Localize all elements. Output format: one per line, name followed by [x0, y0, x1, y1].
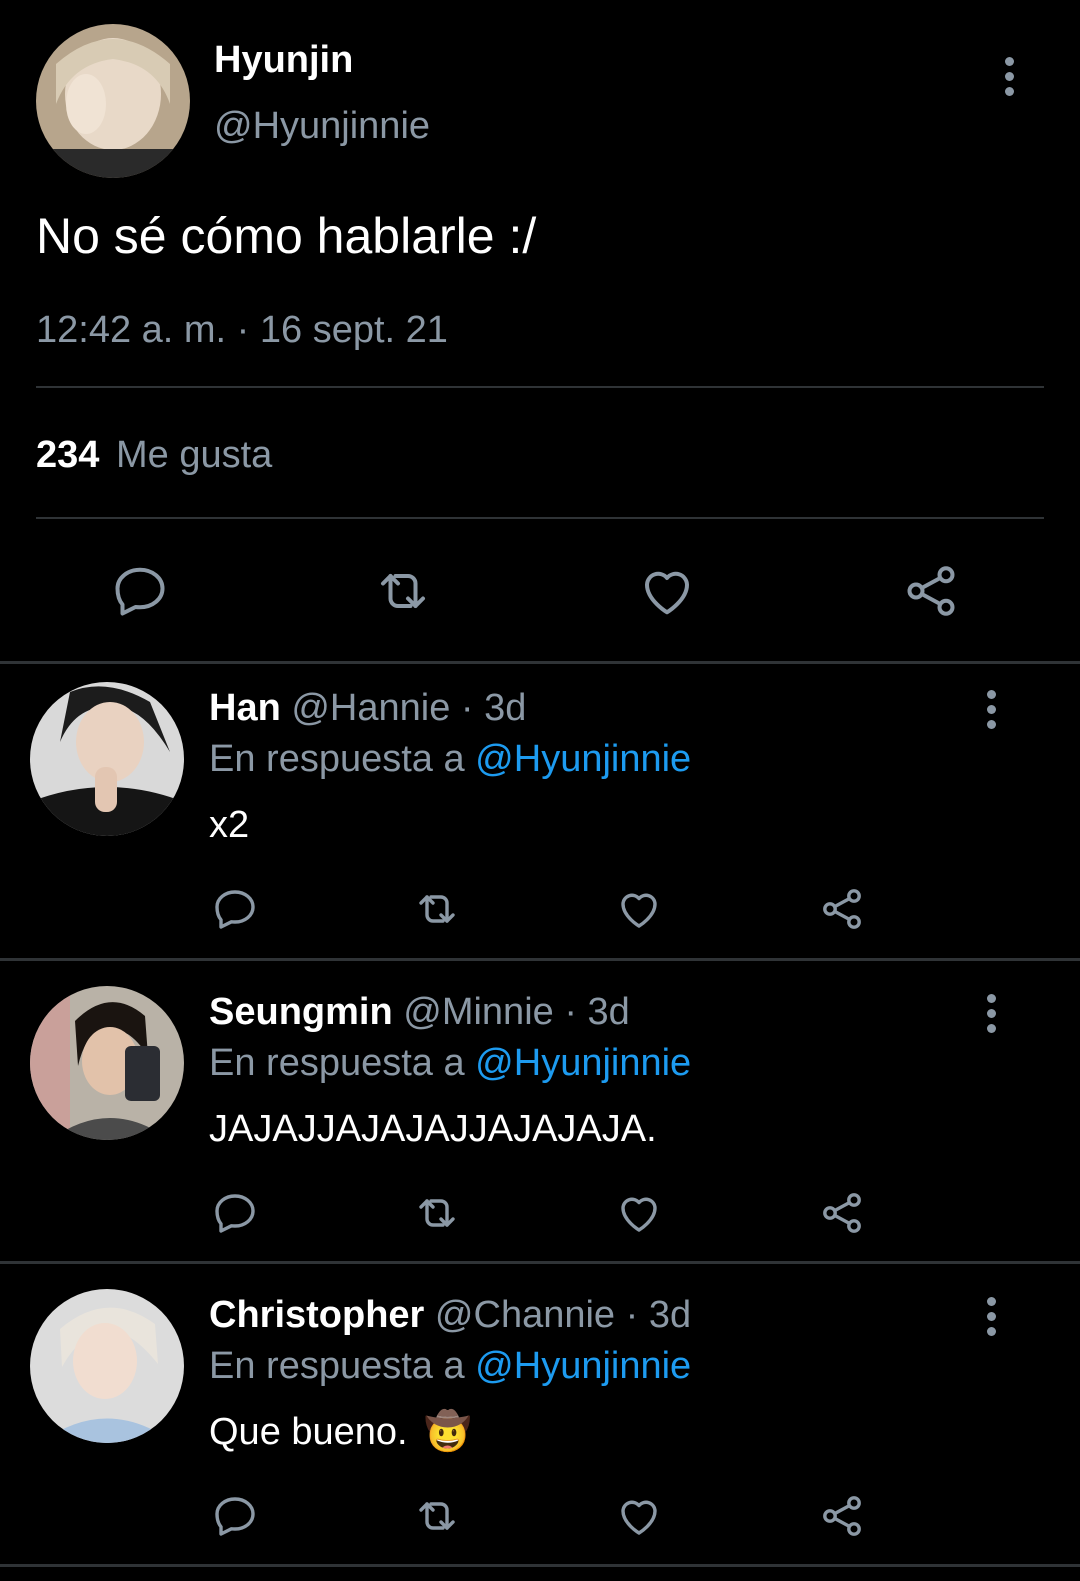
reply-author-name[interactable]: Seungmin [209, 991, 393, 1033]
avatar[interactable] [36, 24, 190, 178]
avatar[interactable] [30, 682, 184, 836]
reply-icon[interactable] [211, 1492, 259, 1540]
reply-text-row: Que bueno. 🤠 [209, 1409, 472, 1455]
heart-icon[interactable] [615, 885, 663, 933]
reply-prefix: En respuesta a [209, 1042, 465, 1084]
share-icon[interactable] [818, 885, 866, 933]
reply-author-handle[interactable]: @Channie [435, 1294, 615, 1336]
reply-header: Han @Hannie · 3d [209, 685, 526, 731]
share-icon[interactable] [901, 561, 961, 621]
reply-icon[interactable] [211, 885, 259, 933]
reply-text: x2 [209, 804, 250, 846]
reply-prefix: En respuesta a [209, 1345, 465, 1387]
heart-icon[interactable] [637, 561, 697, 621]
cowboy-emoji: 🤠 [424, 1411, 472, 1453]
avatar[interactable] [30, 986, 184, 1140]
divider [0, 661, 1080, 664]
avatar-image [36, 24, 190, 178]
author-handle[interactable]: @Hyunjinnie [214, 104, 430, 148]
reply-author-handle[interactable]: @Hannie [291, 687, 450, 729]
likes-stat[interactable]: 234 Me gusta [36, 433, 272, 477]
tweet-timestamp: 12:42 a. m. · 16 sept. 21 [36, 309, 448, 351]
retweet-icon[interactable] [412, 1492, 462, 1540]
avatar-image [30, 986, 184, 1140]
reply-header: Seungmin @Minnie · 3d [209, 989, 630, 1035]
share-icon[interactable] [818, 1492, 866, 1540]
reply-to-link[interactable]: @Hyunjinnie [475, 1042, 691, 1084]
reply-prefix: En respuesta a [209, 738, 465, 780]
divider [0, 1564, 1080, 1567]
reply-to-link[interactable]: @Hyunjinnie [475, 1345, 691, 1387]
retweet-icon[interactable] [372, 561, 434, 621]
reply-text: Que bueno. [209, 1411, 408, 1453]
share-icon[interactable] [818, 1189, 866, 1237]
retweet-icon[interactable] [412, 885, 462, 933]
retweet-icon[interactable] [412, 1189, 462, 1237]
reply-context: En respuesta a @Hyunjinnie [209, 1343, 691, 1389]
more-vertical-icon[interactable] [985, 994, 997, 1039]
reply-text: JAJAJJAJAJAJJAJAJAJA. [209, 1108, 657, 1150]
divider [0, 958, 1080, 961]
more-vertical-icon[interactable] [985, 690, 997, 735]
author-name[interactable]: Hyunjin [214, 38, 353, 82]
likes-count: 234 [36, 434, 100, 476]
reply-context: En respuesta a @Hyunjinnie [209, 736, 691, 782]
heart-icon[interactable] [615, 1492, 663, 1540]
reply-to-link[interactable]: @Hyunjinnie [475, 738, 691, 780]
reply-context: En respuesta a @Hyunjinnie [209, 1040, 691, 1086]
avatar-image [30, 682, 184, 836]
reply-author-name[interactable]: Han [209, 687, 281, 729]
reply-time: · 3d [460, 687, 527, 729]
more-vertical-icon[interactable] [1003, 57, 1015, 102]
reply-header: Christopher @Channie · 3d [209, 1292, 691, 1338]
reply-time: · 3d [564, 991, 630, 1033]
divider [36, 386, 1044, 388]
reply-icon[interactable] [110, 561, 170, 621]
more-vertical-icon[interactable] [985, 1297, 997, 1342]
heart-icon[interactable] [615, 1189, 663, 1237]
likes-label: Me gusta [115, 434, 273, 476]
divider [0, 1261, 1080, 1264]
tweet-text: No sé cómo hablarle :/ [36, 208, 537, 264]
reply-time: · 3d [625, 1294, 692, 1336]
avatar-image [30, 1289, 184, 1443]
reply-icon[interactable] [211, 1189, 259, 1237]
reply-author-handle[interactable]: @Minnie [403, 991, 554, 1033]
avatar[interactable] [30, 1289, 184, 1443]
divider [36, 517, 1044, 519]
reply-author-name[interactable]: Christopher [209, 1294, 424, 1336]
